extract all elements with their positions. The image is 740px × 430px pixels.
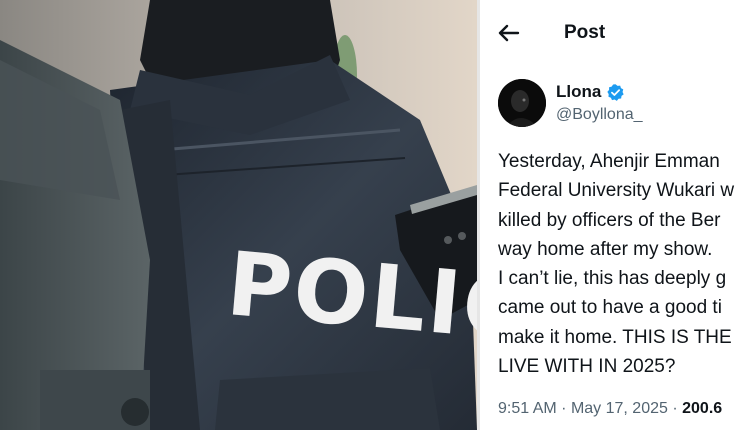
post-text-line: way home after my show. — [498, 238, 713, 260]
post-text-line: killed by officers of the Ber — [498, 209, 721, 231]
meta-separator: · — [561, 400, 567, 417]
police-officer-image — [0, 0, 477, 430]
post-text-line: Yesterday, Ahenjir Emman — [498, 151, 720, 172]
post-text-line: came out to have a good ti — [498, 297, 722, 319]
back-button[interactable] — [494, 18, 524, 48]
author-handle[interactable]: @Boyllona_ — [556, 106, 643, 124]
post-text-line: I can’t lie, this has deeply g — [498, 268, 727, 290]
post-text-line: Federal University Wukari w — [498, 180, 735, 202]
post-header: Post — [480, 0, 740, 66]
post-meta: 9:51 AM · May 17, 2025 · 200.6 — [498, 400, 722, 418]
avatar[interactable] — [498, 79, 546, 127]
post-photo[interactable]: POLIC — [0, 0, 477, 430]
page-title: Post — [564, 22, 606, 43]
author-display-name[interactable]: Llona — [556, 82, 625, 102]
post-text-line: LIVE WITH IN 2025? — [498, 356, 676, 378]
post-date[interactable]: May 17, 2025 — [571, 400, 668, 417]
arrow-left-icon — [498, 24, 520, 42]
meta-separator: · — [672, 400, 678, 417]
verified-badge-icon — [607, 83, 624, 101]
view-count: 200.6 — [682, 400, 723, 417]
post-time[interactable]: 9:51 AM — [498, 400, 557, 417]
post-text-line: make it home. THIS IS THE — [498, 326, 732, 348]
profile-photo — [498, 79, 546, 127]
post-panel: Post Llona @Boyllona_ Yesterday, Ahenjir… — [480, 0, 740, 430]
author-name-text: Llona — [556, 82, 602, 101]
post-text: Yesterday, Ahenjir Emman Federal Univers… — [498, 147, 740, 381]
